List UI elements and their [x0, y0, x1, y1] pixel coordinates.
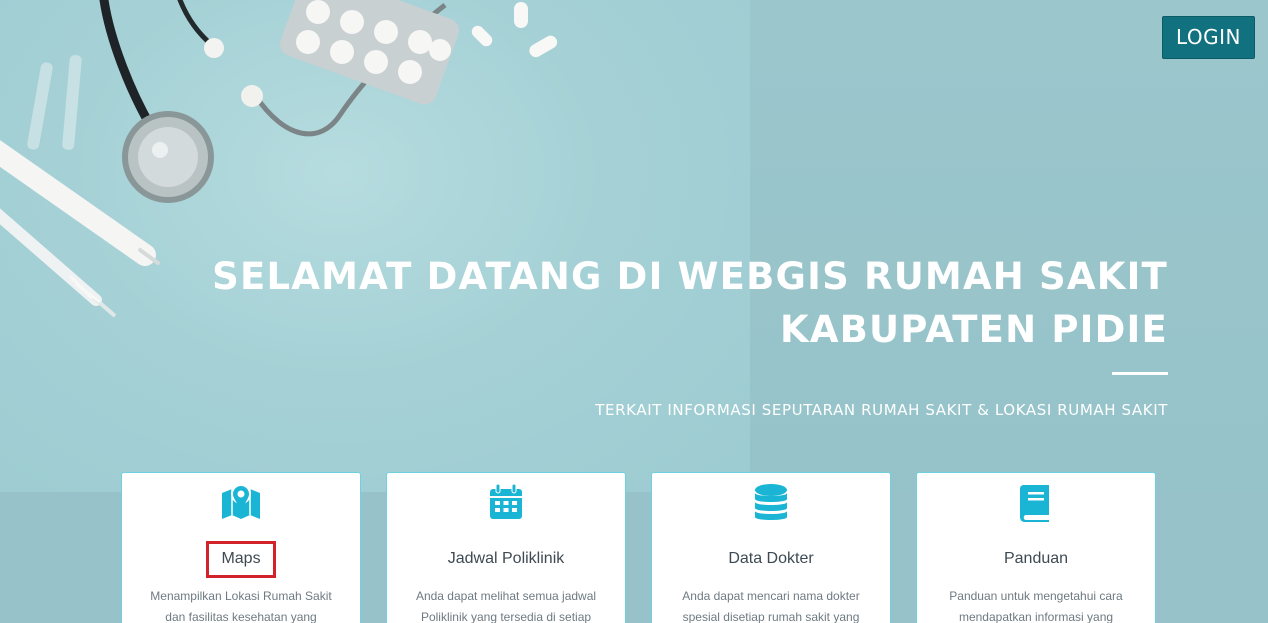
card-maps[interactable]: Maps Menampilkan Lokasi Rumah Sakit dan …: [121, 472, 361, 623]
database-icon: [652, 483, 890, 520]
hero-title: SELAMAT DATANG DI WEBGIS RUMAH SAKIT KAB…: [168, 250, 1168, 356]
book-icon: [917, 483, 1155, 522]
card-desc-maps: Menampilkan Lokasi Rumah Sakit dan fasil…: [150, 589, 332, 623]
card-desc-data-dokter: Anda dapat mencari nama dokter spesial d…: [682, 589, 860, 623]
card-panduan[interactable]: Panduan Panduan untuk mengetahui cara me…: [916, 472, 1156, 623]
hero-title-line-1: SELAMAT DATANG DI WEBGIS RUMAH SAKIT: [212, 255, 1168, 298]
card-title-maps-label[interactable]: Maps: [206, 541, 276, 578]
hero-section: LOGIN SELAMAT DATANG DI WEBGIS RUMAH SAK…: [0, 0, 1268, 623]
card-title-jadwal-poliklinik[interactable]: Jadwal Poliklinik: [387, 550, 625, 568]
login-button[interactable]: LOGIN: [1162, 16, 1255, 59]
card-title-data-dokter[interactable]: Data Dokter: [652, 550, 890, 568]
card-title-panduan[interactable]: Panduan: [917, 550, 1155, 568]
hero-title-line-2: KABUPATEN PIDIE: [779, 308, 1168, 351]
card-title-maps[interactable]: Maps: [122, 541, 360, 578]
card-title-data-dokter-label[interactable]: Data Dokter: [726, 550, 815, 568]
hero-divider: [1112, 372, 1168, 375]
card-title-panduan-label[interactable]: Panduan: [1002, 550, 1070, 568]
map-icon: [122, 483, 360, 519]
card-desc-jadwal-poliklinik: Anda dapat melihat semua jadwal Poliklin…: [415, 589, 597, 623]
card-desc-panduan: Panduan untuk mengetahui cara mendapatka…: [949, 589, 1123, 623]
hero-subtitle: TERKAIT INFORMASI SEPUTARAN RUMAH SAKIT …: [595, 401, 1168, 419]
calendar-icon: [387, 483, 625, 519]
card-data-dokter[interactable]: Data Dokter Anda dapat mencari nama dokt…: [651, 472, 891, 623]
card-jadwal-poliklinik[interactable]: Jadwal Poliklinik Anda dapat melihat sem…: [386, 472, 626, 623]
card-title-jadwal-poliklinik-label[interactable]: Jadwal Poliklinik: [446, 550, 567, 568]
